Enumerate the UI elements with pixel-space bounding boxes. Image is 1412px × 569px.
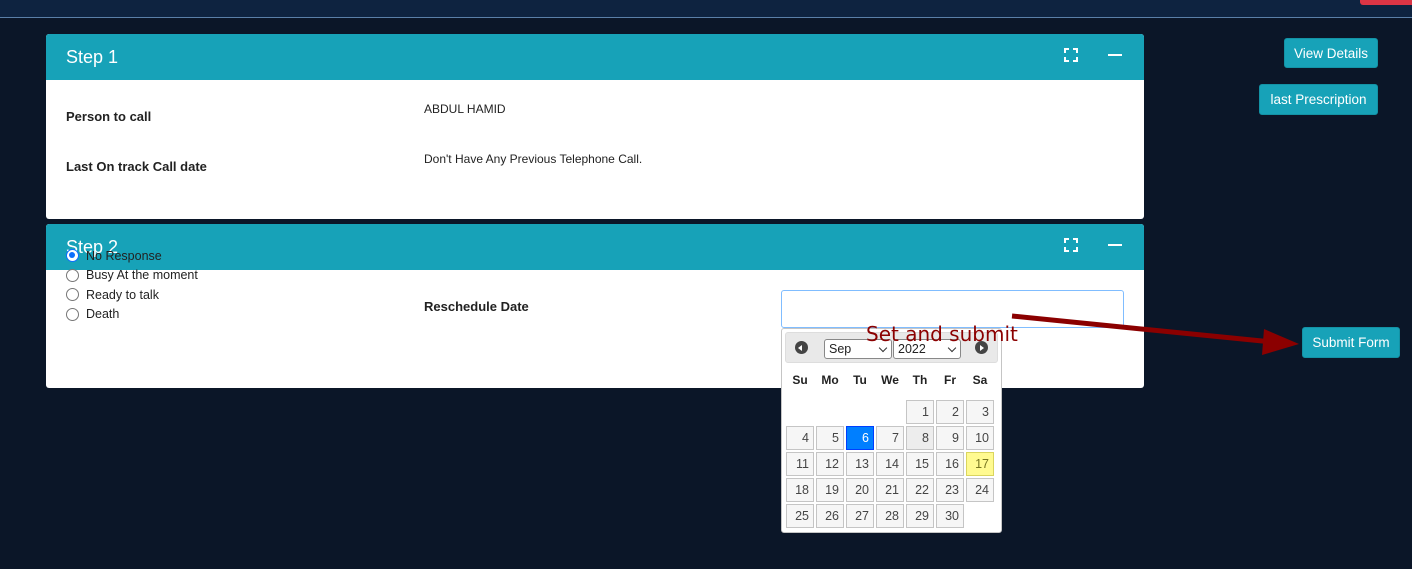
- arrow-head: [1262, 329, 1299, 355]
- arrow-shaft: [1011, 313, 1273, 345]
- annotation-arrow: [1011, 313, 1299, 355]
